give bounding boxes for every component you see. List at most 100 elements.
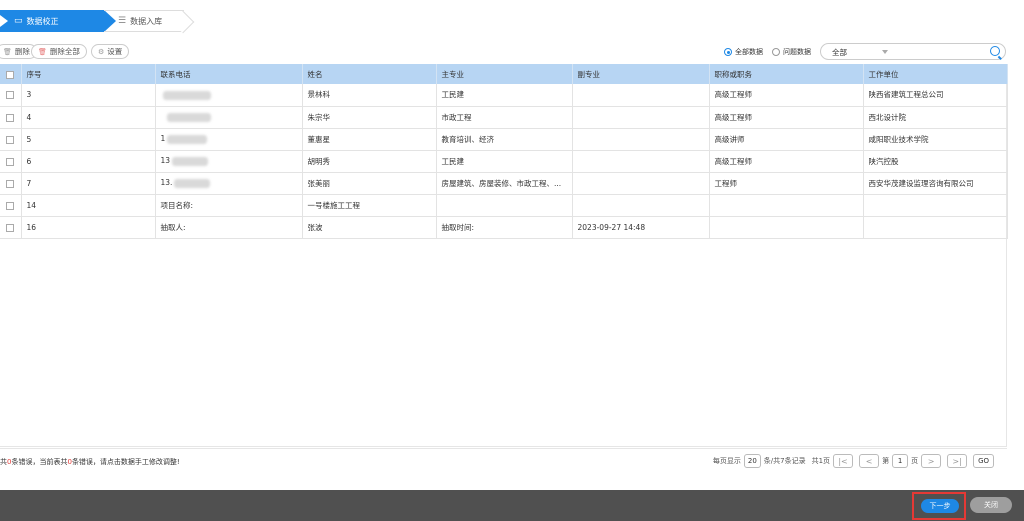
cell-minor	[572, 172, 710, 195]
redacted-phone	[174, 178, 211, 188]
search-icon[interactable]	[990, 46, 1000, 56]
delete-all-button[interactable]: 🗑 删除全部	[31, 44, 87, 59]
row-checkbox[interactable]	[0, 194, 22, 217]
monitor-icon: ▭	[14, 16, 23, 26]
first-page-button[interactable]: |<	[833, 454, 854, 468]
pagination: 每页显示 20 条/共7条记录 共1页 |< < 第 1 页 > >| GO	[713, 454, 997, 468]
cell-minor	[572, 106, 710, 129]
next-button-highlight: 下一步	[912, 492, 966, 520]
cell-title	[709, 216, 864, 239]
per-page-label: 每页显示	[712, 457, 741, 465]
delete-all-label: 删除全部	[49, 47, 80, 56]
cell-major: 市政工程	[436, 106, 573, 129]
cell-org	[863, 194, 1008, 217]
per-page-input[interactable]: 20	[743, 454, 761, 468]
filter-select[interactable]: 全部	[832, 47, 847, 58]
redacted-phone	[162, 90, 211, 100]
filter-problem-label: 问题数据	[783, 48, 811, 56]
row-checkbox[interactable]	[0, 150, 22, 173]
filter-all-radio[interactable]: 全部数据	[724, 47, 763, 57]
trash-icon: 🗑	[38, 47, 47, 56]
cell-phone	[155, 84, 303, 107]
bottom-action-bar: 下一步 关闭	[0, 490, 1024, 521]
error-text: 共	[0, 458, 7, 466]
toolbar: 🗑 删除 🗑 删除全部 ⚙ 设置 全部数据 问题数据 全部	[0, 43, 1024, 61]
trash-icon: 🗑	[3, 47, 12, 56]
cell-name: 景林科	[302, 84, 437, 107]
table-footer: 共0条错误，当前表共0条错误，请点击数据手工修改调整! 每页显示 20 条/共7…	[0, 448, 1007, 474]
redacted-phone	[167, 134, 208, 144]
step-arrow-icon	[0, 15, 8, 27]
settings-button[interactable]: ⚙ 设置	[91, 44, 130, 59]
filter-problem-radio[interactable]: 问题数据	[772, 47, 811, 57]
go-button[interactable]: GO	[973, 454, 994, 468]
radio-checked-icon	[724, 48, 732, 56]
cell-no: 4	[21, 106, 156, 129]
next-page-button[interactable]: >	[921, 454, 942, 468]
redacted-phone	[166, 112, 211, 122]
next-step-button[interactable]: 下一步	[921, 499, 959, 513]
cell-title: 高级工程师	[709, 84, 864, 107]
cell-name: 张波	[302, 216, 437, 239]
cell-name: 一号楼施工工程	[302, 194, 437, 217]
step-label: 数据校正	[26, 16, 59, 26]
cell-title: 工程师	[709, 172, 864, 195]
cell-no: 3	[21, 84, 156, 107]
cell-org	[863, 216, 1008, 239]
cell-phone: 13.	[155, 172, 303, 195]
page-input[interactable]: 1	[892, 454, 909, 468]
cell-no: 16	[21, 216, 156, 239]
column-header[interactable]: 姓名	[302, 64, 437, 84]
phone-prefix: 13	[160, 156, 171, 166]
table-row[interactable]: 4 朱宗华 市政工程 高级工程师 西北设计院	[0, 106, 1008, 129]
data-table: 序号 联系电话 姓名 主专业 副专业 职称或职务 工作单位 3 景林科 工民建 …	[0, 64, 1008, 239]
database-icon: ☰	[118, 16, 127, 26]
row-checkbox[interactable]	[0, 172, 22, 195]
step-bar: ▭ 数据校正 ☰ 数据入库	[0, 0, 1024, 40]
column-header[interactable]: 联系电话	[155, 64, 303, 84]
cell-title: 高级工程师	[709, 150, 864, 173]
gear-icon: ⚙	[98, 47, 105, 56]
cell-major: 工民建	[436, 84, 573, 107]
cell-minor	[572, 194, 710, 217]
phone-prefix: 1	[160, 134, 166, 144]
last-page-button[interactable]: >|	[947, 454, 968, 468]
column-header[interactable]: 序号	[21, 64, 156, 84]
phone-prefix: 13.	[160, 178, 173, 188]
table-row[interactable]: 14 项目名称: 一号楼施工工程	[0, 194, 1008, 217]
cell-name: 张美丽	[302, 172, 437, 195]
column-header[interactable]: 主专业	[436, 64, 573, 84]
page-suffix: 页	[911, 457, 919, 465]
prev-page-button[interactable]: <	[859, 454, 880, 468]
table-row[interactable]: 16 抽取人: 张波 抽取时间: 2023-09-27 14:48	[0, 216, 1008, 239]
error-text: 条错误，当前表共	[11, 458, 68, 466]
step-data-correction[interactable]: ▭ 数据校正	[0, 10, 116, 32]
column-header[interactable]: 职称或职务	[709, 64, 864, 84]
row-checkbox[interactable]	[0, 216, 22, 239]
chevron-down-icon[interactable]	[882, 50, 888, 54]
row-checkbox[interactable]	[0, 106, 22, 129]
table-row[interactable]: 3 景林科 工民建 高级工程师 陕西省建筑工程总公司	[0, 84, 1008, 107]
cell-major: 抽取时间:	[436, 216, 573, 239]
column-header[interactable]: 工作单位	[863, 64, 1008, 84]
step-data-import[interactable]: ☰ 数据入库	[104, 10, 184, 32]
total-pages-label: 共1页	[811, 457, 831, 465]
search-box[interactable]: 全部	[820, 43, 1006, 60]
table-row[interactable]: 6 13 胡明秀 工民建 高级工程师 陕汽控股	[0, 150, 1008, 173]
table-row[interactable]: 7 13. 张美丽 房屋建筑、房屋装修、市政工程、... 工程师 西安华茂建设监…	[0, 172, 1008, 195]
select-all-checkbox[interactable]	[0, 64, 22, 84]
cell-minor	[572, 128, 710, 151]
cell-org: 西北设计院	[863, 106, 1008, 129]
column-header[interactable]: 副专业	[572, 64, 710, 84]
delete-label: 删除	[14, 47, 30, 56]
row-checkbox[interactable]	[0, 128, 22, 151]
cell-major: 工民建	[436, 150, 573, 173]
close-button[interactable]: 关闭	[970, 497, 1012, 513]
cell-name: 胡明秀	[302, 150, 437, 173]
cell-major	[436, 194, 573, 217]
row-checkbox[interactable]	[0, 84, 22, 107]
table-row[interactable]: 5 1 董惠星 教育培训、经济 高级讲师 咸阳职业技术学院	[0, 128, 1008, 151]
cell-phone: 抽取人:	[155, 216, 303, 239]
settings-label: 设置	[107, 47, 123, 56]
cell-major: 教育培训、经济	[436, 128, 573, 151]
